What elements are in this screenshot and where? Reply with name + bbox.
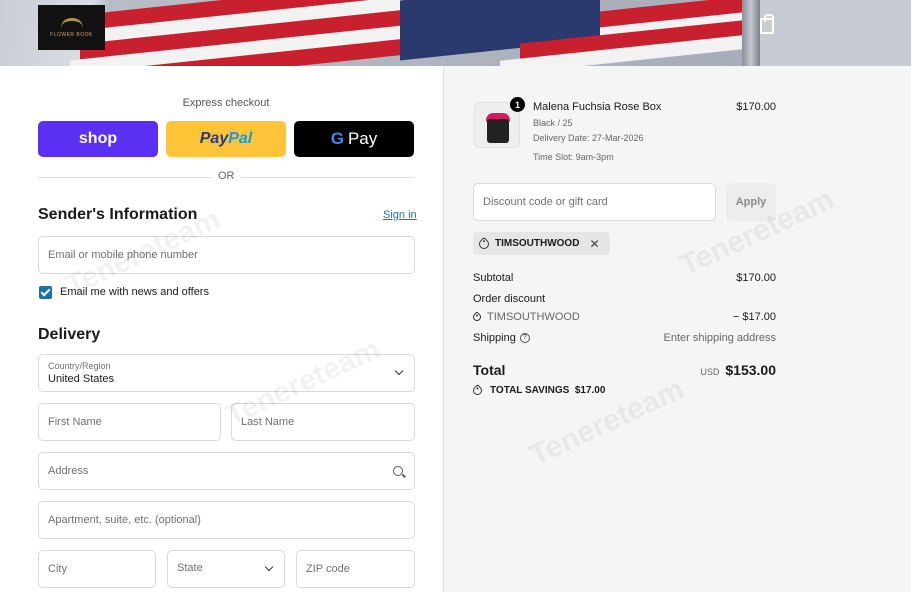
shipping-label: Shipping: [473, 332, 516, 344]
shopping-bag-icon[interactable]: [760, 14, 774, 34]
crown-icon: [60, 17, 83, 28]
first-name-placeholder: First Name: [48, 416, 102, 428]
apartment-field[interactable]: Apartment, suite, etc. (optional): [38, 501, 415, 539]
search-icon: [393, 466, 403, 476]
product-price: $170.00: [736, 101, 776, 113]
shipping-value: Enter shipping address: [663, 332, 776, 344]
or-label: OR: [212, 170, 241, 182]
tag-icon: [471, 384, 484, 397]
tag-icon: [471, 311, 483, 323]
discount-chip-code: TIMSOUTHWOOD: [495, 238, 580, 249]
country-label: Country/Region: [48, 361, 111, 371]
paypal-button[interactable]: Pay Pal: [166, 121, 286, 157]
discount-code-row: TIMSOUTHWOOD: [471, 311, 580, 323]
paypal-label-a: Pay: [199, 130, 229, 147]
shop-pay-button[interactable]: shop: [38, 121, 158, 157]
country-value: United States: [48, 373, 115, 385]
apply-button[interactable]: Apply: [726, 183, 776, 221]
first-name-field[interactable]: First Name: [38, 403, 221, 441]
shipping-row: Shipping?: [473, 332, 530, 344]
store-logo[interactable]: FLOWER BOOK: [38, 5, 105, 50]
box-image: [487, 119, 509, 143]
time-slot: Time Slot: 9am-3pm: [533, 152, 614, 162]
google-g-icon: G: [330, 129, 344, 148]
email-placeholder: Email or mobile phone number: [48, 249, 198, 261]
zip-placeholder: ZIP code: [306, 563, 350, 575]
chevron-down-icon: [394, 366, 404, 376]
logo-text: FLOWER BOOK: [50, 31, 93, 38]
subtotal-label: Subtotal: [473, 272, 514, 284]
tag-icon: [476, 236, 492, 251]
total-savings-text: TOTAL SAVINGS $17.00: [490, 385, 606, 396]
total-savings: TOTAL SAVINGS $17.00: [471, 384, 606, 397]
apartment-placeholder: Apartment, suite, etc. (optional): [48, 514, 201, 526]
discount-placeholder: Discount code or gift card: [483, 196, 608, 208]
header-banner: FLOWER BOOK: [0, 0, 911, 66]
help-icon[interactable]: ?: [519, 333, 530, 344]
delivery-date: Delivery Date: 27-Mar-2026: [533, 133, 644, 143]
google-pay-label: Pay: [347, 129, 378, 148]
sky: [760, 0, 911, 66]
remove-code-icon[interactable]: ✕: [589, 237, 599, 251]
currency-label: USD: [700, 367, 720, 377]
news-checkbox[interactable]: [39, 286, 52, 299]
city-field[interactable]: City: [38, 550, 156, 588]
last-name-placeholder: Last Name: [241, 416, 295, 428]
sender-title: Sender's Information: [38, 206, 198, 223]
delivery-title: Delivery: [38, 326, 101, 343]
country-select[interactable]: Country/Region United States: [38, 354, 415, 392]
sign-in-link[interactable]: Sign in: [383, 209, 417, 221]
order-summary: 1 Malena Fuchsia Rose Box Black / 25 Del…: [444, 66, 911, 592]
discount-chip: TIMSOUTHWOOD ✕: [473, 232, 610, 255]
email-field[interactable]: Email or mobile phone number: [38, 236, 415, 274]
last-name-field[interactable]: Last Name: [231, 403, 415, 441]
discount-amount: − $17.00: [732, 311, 776, 323]
discount-input[interactable]: Discount code or gift card: [473, 183, 716, 221]
state-select[interactable]: State: [167, 550, 285, 588]
total-value-row: USD $153.00: [700, 362, 776, 378]
express-checkout-label: Express checkout: [182, 97, 270, 109]
total-label: Total: [473, 362, 506, 378]
quantity-badge: 1: [510, 97, 525, 112]
google-pay-button[interactable]: G Pay: [294, 121, 414, 157]
checkout-form: Express checkout shop Pay Pal G Pay OR Sen…: [0, 66, 443, 592]
product-name: Malena Fuchsia Rose Box: [533, 101, 662, 113]
address-placeholder: Address: [48, 465, 89, 477]
total-value: $153.00: [725, 362, 776, 378]
zip-field[interactable]: ZIP code: [296, 550, 415, 588]
address-field[interactable]: Address: [38, 452, 415, 490]
product-variant: Black / 25: [533, 118, 573, 128]
order-discount-label: Order discount: [473, 293, 546, 305]
subtotal-value: $170.00: [736, 272, 776, 284]
discount-code-label: TIMSOUTHWOOD: [487, 311, 580, 323]
news-label: Email me with news and offers: [60, 286, 209, 298]
paypal-label-b: Pal: [228, 130, 253, 147]
chevron-down-icon: [264, 562, 274, 572]
flag-pole: [742, 0, 760, 66]
state-placeholder: State: [177, 562, 203, 574]
city-placeholder: City: [48, 563, 67, 575]
